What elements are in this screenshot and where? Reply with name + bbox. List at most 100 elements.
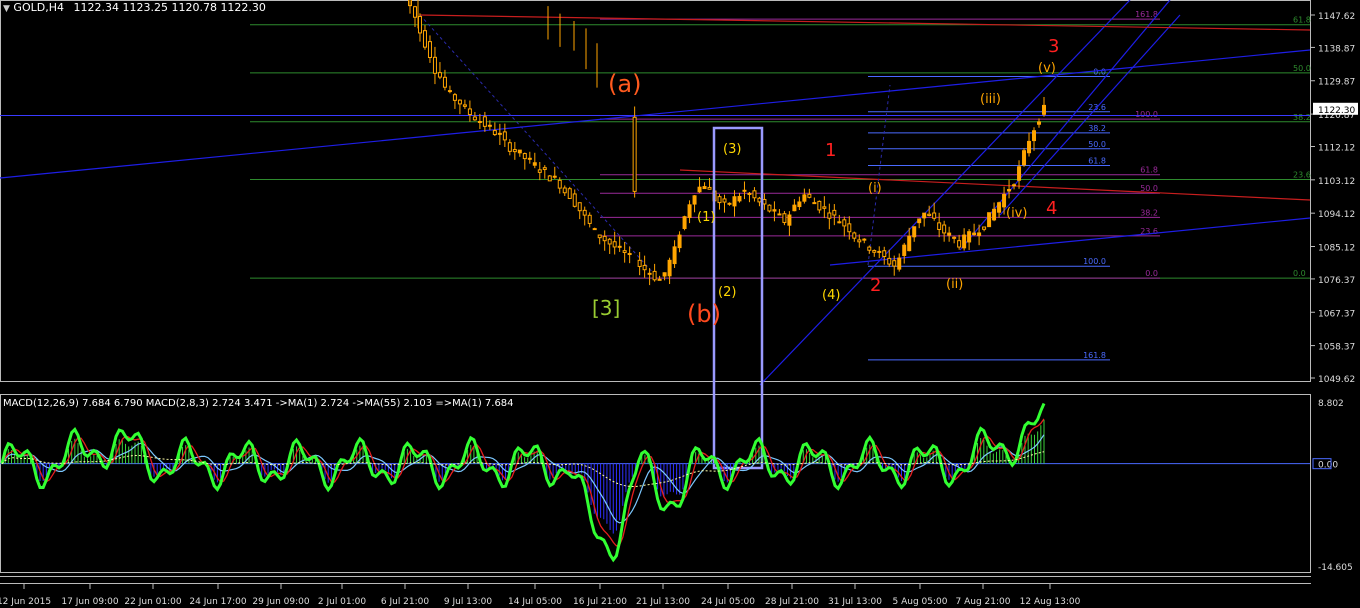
candle-body [622,250,627,253]
fib-label-blue: 161.8 [1083,351,1106,360]
trendline-blue-lower [829,217,1311,266]
price-tick-label: 1147.62 [1318,12,1355,22]
wave-label: 1 [825,140,836,161]
candle-body [672,246,677,265]
candle-body [557,179,562,189]
candle-body [612,241,617,248]
candle-body [987,212,992,228]
fib-label-purple: 100.0 [1135,110,1158,119]
candle-body [722,198,727,203]
candle-body [642,264,647,271]
current-price-label: 1122.30 [1318,106,1355,116]
candle-body [472,116,477,121]
candle-body [797,201,802,208]
candle-body [467,108,472,116]
candle-body [662,272,667,277]
time-tick-label: 24 Jul 05:00 [701,597,755,607]
candle-body [992,208,997,221]
candle-body [842,219,847,227]
candle-body [637,259,642,267]
candle-body [447,90,452,93]
candle-body [727,202,732,205]
time-tick-label: 17 Jun 09:00 [61,597,118,607]
candle-body [752,190,757,199]
macd-tick-label: -14.605 [1318,563,1353,573]
candle-body [832,209,837,216]
candle-body [702,186,707,190]
candle-body [632,116,637,192]
candle-body [847,223,852,233]
fibonacci-levels: 61.850.038.223.60.0161.8100.061.850.038.… [0,10,1311,361]
candle-body [607,238,612,245]
macd-slow-line [1,434,1045,524]
candle-body [1037,121,1042,125]
trendline-blue-long [0,49,1311,179]
candle-body [932,212,937,219]
wave-label: 3 [1048,36,1059,57]
fib-label-purple: 61.8 [1140,166,1158,175]
candle-body [827,212,832,219]
time-tick-label: 16 Jul 21:00 [573,597,627,607]
candle-body [757,197,762,203]
time-tick-label: 12 Jun 2015 [0,597,51,607]
macd-fast-line [0,402,1046,563]
wave-label: (4) [822,288,840,303]
candle-body [657,278,662,281]
candle-body [887,257,892,265]
candle-body [652,270,657,281]
candle-body [572,193,577,207]
candle-body [547,175,552,182]
candle-body [742,189,747,192]
candle-body [422,30,427,48]
time-tick-label: 14 Jul 05:00 [508,597,562,607]
candle-body [477,120,482,123]
time-tick-label: 28 Jul 21:00 [765,597,819,607]
candle-body [542,167,547,170]
candle-body [782,213,787,223]
candle-body [867,246,872,251]
fib-label-green: 38.2 [1293,113,1311,122]
candle-body [952,236,957,239]
candle-body [777,213,782,216]
candle-body [902,244,907,256]
candle-body [807,193,812,198]
candle-body [537,169,542,173]
candle-body [792,204,797,212]
time-tick-label: 29 Jun 09:00 [252,597,309,607]
price-tick-label: 1129.87 [1318,78,1355,88]
candle-body [762,198,767,205]
candle-body [502,131,507,141]
candle-body [627,253,632,256]
fib-label-blue: 61.8 [1088,156,1106,165]
wave-label: (iv) [1006,206,1027,221]
candle-body [707,186,712,190]
fib-label-blue: 38.2 [1088,124,1106,133]
candle-body [617,245,622,248]
candle-body [522,153,527,160]
wave-label: 2 [870,275,881,296]
channel-line-2 [959,0,1171,251]
candle-body [852,232,857,239]
price-tick-label: 1112.12 [1318,143,1355,153]
price-chart[interactable]: 61.850.038.223.60.0161.8100.061.850.038.… [0,0,1360,608]
fib-label-purple: 0.0 [1145,269,1158,278]
candle-body [492,130,497,136]
candle-body [767,204,772,212]
time-tick-label: 7 Aug 21:00 [956,597,1011,607]
wave-label: (b) [687,300,721,328]
candle-body [872,250,877,253]
fib-label-green: 0.0 [1293,269,1306,278]
macd-signal-line [1,418,1045,547]
candle-body [677,234,682,249]
candle-body [417,15,422,34]
trendline-red-top [419,14,1311,31]
candle-body [1017,166,1022,181]
candle-body [957,240,962,248]
candle-body [412,6,417,18]
time-tick-label: 21 Jul 13:00 [636,597,690,607]
wave-label: 4 [1046,198,1057,219]
candle-body [442,76,447,88]
candle-body [882,250,887,257]
wave-label: (i) [868,181,882,196]
candle-body [912,226,917,238]
